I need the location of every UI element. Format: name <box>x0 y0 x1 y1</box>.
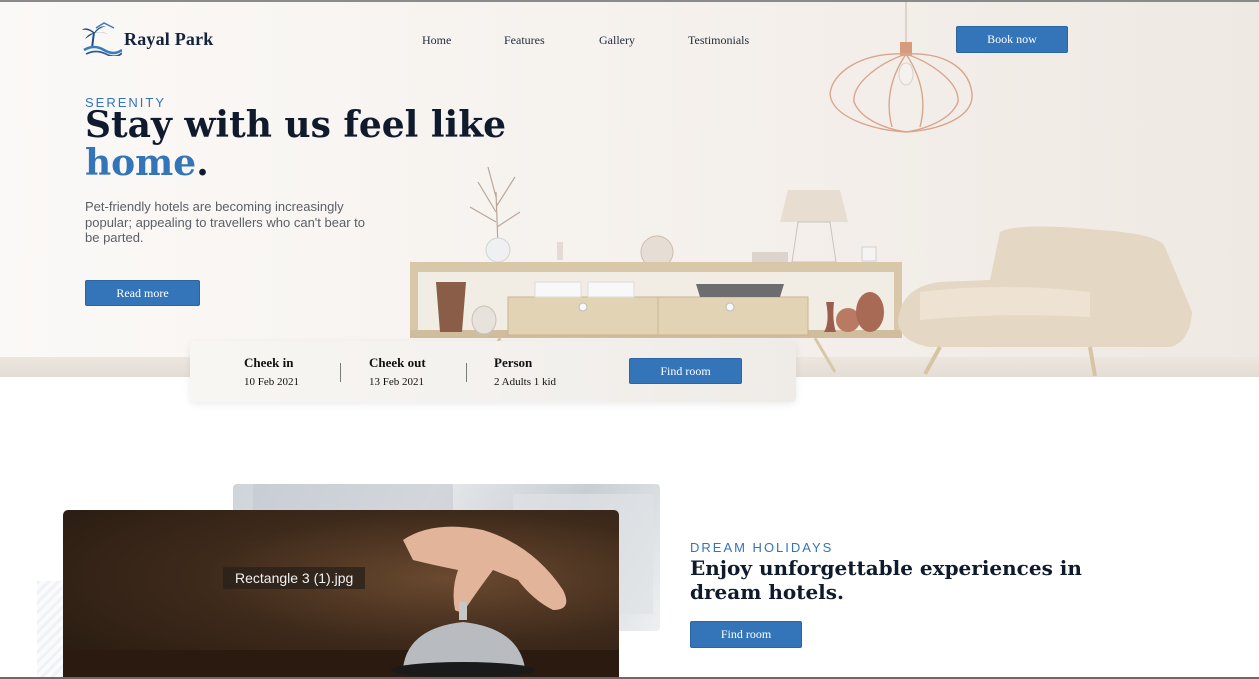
holidays-eyebrow: DREAM HOLIDAYS <box>690 540 834 555</box>
booking-bar: Cheek in 10 Feb 2021 Cheek out 13 Feb 20… <box>190 341 796 402</box>
booking-divider <box>340 363 341 382</box>
image-filename-label: Rectangle 3 (1).jpg <box>223 567 366 589</box>
nav-link-testimonials[interactable]: Testimonials <box>688 33 749 48</box>
find-room-secondary-button[interactable]: Find room <box>690 621 802 648</box>
hero-headline-accent: home <box>85 142 197 184</box>
brand-logo[interactable]: Rayal Park <box>82 22 214 56</box>
brand-name: Rayal Park <box>124 28 214 49</box>
book-now-button[interactable]: Book now <box>956 26 1068 53</box>
palm-wave-logo-icon <box>82 22 122 56</box>
main-nav: Home Features Gallery Testimonials <box>422 33 749 48</box>
hero-lead-text: Pet-friendly hotels are becoming increas… <box>85 199 365 245</box>
find-room-button[interactable]: Find room <box>629 358 742 384</box>
booking-divider <box>466 363 467 382</box>
hero-headline-text: Stay with us feel like <box>85 104 507 146</box>
nav-link-gallery[interactable]: Gallery <box>599 33 688 48</box>
nav-link-home[interactable]: Home <box>422 33 504 48</box>
holidays-headline: Enjoy unforgettable experiences in dream… <box>690 556 1082 604</box>
check-out-label: Cheek out <box>369 355 426 370</box>
check-out-value: 13 Feb 2021 <box>369 376 424 388</box>
check-in-label: Cheek in <box>244 355 294 370</box>
person-field[interactable]: Person 2 Adults 1 kid <box>494 355 556 388</box>
nav-link-features[interactable]: Features <box>504 33 599 48</box>
pendant-lamp-image <box>829 2 973 133</box>
read-more-button[interactable]: Read more <box>85 280 200 306</box>
person-label: Person <box>494 355 533 370</box>
service-bell-photo <box>63 510 619 679</box>
service-bell-image <box>63 526 619 679</box>
check-in-field[interactable]: Cheek in 10 Feb 2021 <box>244 355 299 388</box>
hero-headline-period: . <box>196 142 209 184</box>
hero-section: Rayal Park Home Features Gallery Testimo… <box>0 0 1259 377</box>
person-value: 2 Adults 1 kid <box>494 376 557 388</box>
check-in-value: 10 Feb 2021 <box>244 376 299 388</box>
hero-headline: Stay with us feel like home. <box>85 106 565 182</box>
check-out-field[interactable]: Cheek out 13 Feb 2021 <box>369 355 426 388</box>
